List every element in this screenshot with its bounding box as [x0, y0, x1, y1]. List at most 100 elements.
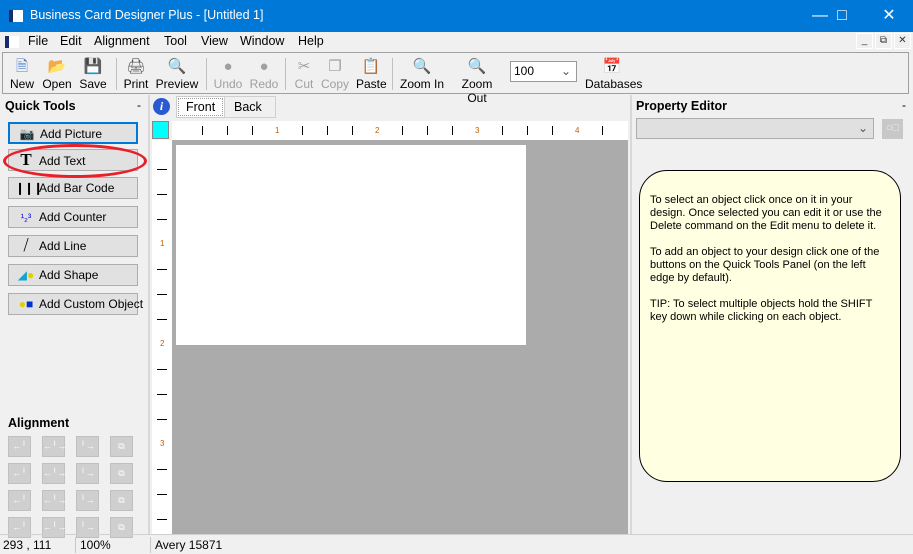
- ruler-tick: [157, 194, 167, 195]
- mdi-close-button[interactable]: ✕: [894, 33, 911, 49]
- object-select[interactable]: ⌄: [636, 118, 874, 139]
- alignment-button[interactable]: ⧉: [110, 463, 133, 484]
- status-coordinates: 293 , 111: [3, 538, 52, 552]
- help-text: To select an object click once on it in …: [650, 194, 882, 232]
- property-editor-panel: Property Editor - ⌄ ○□ To select an obje…: [630, 95, 913, 534]
- alignment-button[interactable]: ⧉: [110, 436, 133, 457]
- ruler-tick: [157, 419, 167, 420]
- close-button[interactable]: ✕: [866, 0, 912, 32]
- menu-help[interactable]: Help: [298, 34, 324, 48]
- copy-button[interactable]: ❐ Copy: [320, 56, 350, 91]
- ruler-label: 2: [160, 339, 165, 348]
- alignment-button[interactable]: ╵→: [76, 490, 99, 511]
- add-line-button[interactable]: ⧸ Add Line: [8, 235, 138, 257]
- ruler-label: 2: [375, 126, 380, 135]
- ruler-tick: [157, 169, 167, 170]
- scissors-icon: ✂: [297, 58, 311, 75]
- menu-edit[interactable]: Edit: [60, 34, 82, 48]
- undo-icon: ●: [223, 58, 233, 75]
- menu-tool[interactable]: Tool: [164, 34, 187, 48]
- panel-splitter[interactable]: [148, 95, 150, 534]
- property-editor-collapse-button[interactable]: -: [902, 98, 906, 112]
- alignment-button[interactable]: ╵→: [76, 436, 99, 457]
- menu-alignment[interactable]: Alignment: [94, 34, 150, 48]
- object-list-icon[interactable]: ○□: [882, 119, 903, 139]
- info-icon[interactable]: i: [153, 98, 170, 115]
- ruler-tick: [452, 126, 453, 135]
- ruler-tick: [402, 126, 403, 135]
- alignment-button[interactable]: ←╵→: [42, 490, 66, 511]
- status-bar: 293 , 111 100% Avery 15871: [0, 534, 913, 554]
- ruler-tick: [157, 269, 167, 270]
- mdi-restore-button[interactable]: ⧉: [875, 33, 892, 49]
- zoom-in-icon: 🔍: [412, 58, 432, 75]
- side-tabs: i Front Back: [150, 95, 628, 119]
- highlight-ellipse: [3, 144, 147, 178]
- maximize-button[interactable]: □: [819, 0, 865, 32]
- print-preview-icon: 🔍: [167, 58, 187, 75]
- databases-button[interactable]: 📅 Databases: [585, 56, 642, 91]
- ruler-tick: [157, 469, 167, 470]
- alignment-button[interactable]: ←╵: [8, 463, 31, 484]
- shape-icon: ◢●: [17, 268, 35, 282]
- new-button[interactable]: 🗎 New: [9, 56, 35, 91]
- alignment-button[interactable]: ←╵→: [42, 463, 66, 484]
- design-canvas[interactable]: [172, 140, 628, 534]
- menu-window[interactable]: Window: [240, 34, 284, 48]
- ruler-tick: [252, 126, 253, 135]
- alignment-button[interactable]: ←╵: [8, 436, 31, 457]
- alignment-button[interactable]: ←╵: [8, 490, 31, 511]
- add-picture-button[interactable]: 📷 Add Picture: [8, 122, 138, 144]
- property-editor-title: Property Editor: [636, 99, 727, 113]
- copy-icon: ❐: [328, 58, 342, 75]
- alignment-button[interactable]: ←╵→: [42, 436, 66, 457]
- open-button[interactable]: 📂 Open: [41, 56, 73, 91]
- counter-123-icon: ¹₂³: [20, 213, 32, 224]
- ruler-tick: [157, 394, 167, 395]
- ruler-tick: [157, 219, 167, 220]
- menu-view[interactable]: View: [201, 34, 228, 48]
- print-button[interactable]: 🖨 Print: [122, 56, 150, 91]
- quick-tools-collapse-button[interactable]: -: [137, 98, 141, 112]
- mdi-minimize-button[interactable]: _: [856, 33, 873, 49]
- menu-file[interactable]: File: [28, 34, 48, 48]
- add-bar-code-button[interactable]: ❙❙❙Add Bar Code: [8, 177, 138, 199]
- status-zoom: 100%: [80, 538, 111, 552]
- ruler-tick: [202, 126, 203, 135]
- camera-icon: 📷: [19, 127, 35, 141]
- add-shape-button[interactable]: ◢● Add Shape: [8, 264, 138, 286]
- ruler-tick: [157, 494, 167, 495]
- document-icon: [5, 36, 19, 48]
- ruler-tick: [327, 126, 328, 135]
- add-counter-button[interactable]: ¹₂³ Add Counter: [8, 206, 138, 228]
- help-text: To add an object to your design click on…: [650, 246, 880, 284]
- toolbar: 🗎 New 📂 Open 💾 Save 🖨 Print 🔍 Preview ● Undo ●…: [2, 52, 909, 105]
- ruler-origin-button[interactable]: [152, 121, 169, 139]
- status-divider: [150, 537, 151, 553]
- tab-back[interactable]: Back: [224, 96, 276, 118]
- ruler-tick: [227, 126, 228, 135]
- preview-button[interactable]: 🔍 Preview: [155, 56, 199, 91]
- add-custom-object-button[interactable]: ●■ Add Custom Object: [8, 293, 143, 315]
- status-divider: [75, 537, 76, 553]
- toolbar-separator: [392, 58, 393, 90]
- paste-button[interactable]: 📋 Paste: [356, 56, 387, 91]
- barcode-icon: ❙❙❙: [15, 181, 43, 195]
- alignment-button[interactable]: ╵→: [76, 463, 99, 484]
- cut-button[interactable]: ✂ Cut: [293, 56, 315, 91]
- zoom-in-button[interactable]: 🔍 Zoom In: [399, 56, 445, 91]
- ruler-tick: [427, 126, 428, 135]
- tab-front[interactable]: Front: [176, 96, 226, 118]
- line-icon: ⧸: [23, 237, 29, 254]
- alignment-button[interactable]: ⧉: [110, 490, 133, 511]
- chevron-down-icon: ⌄: [560, 64, 571, 78]
- zoom-out-icon: 🔍: [467, 58, 487, 75]
- redo-button[interactable]: ● Redo: [249, 56, 279, 91]
- zoom-level-select[interactable]: 100 ⌄: [510, 61, 577, 82]
- business-card[interactable]: [176, 145, 526, 345]
- ruler-tick: [602, 126, 603, 135]
- undo-button[interactable]: ● Undo: [212, 56, 244, 91]
- save-button[interactable]: 💾 Save: [79, 56, 107, 91]
- redo-icon: ●: [259, 58, 269, 75]
- floppy-disk-icon: 💾: [83, 58, 103, 75]
